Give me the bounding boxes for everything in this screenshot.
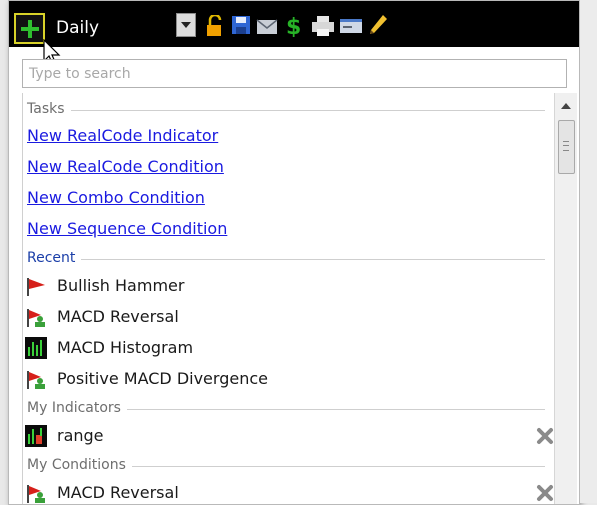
search-input[interactable]: Type to search (22, 59, 567, 88)
dollar-icon[interactable]: $ (285, 13, 303, 37)
section-my-conditions: My Conditions (27, 457, 545, 477)
list-item-label: Bullish Hammer (57, 276, 185, 295)
list-item[interactable]: Positive MACD Divergence (25, 366, 555, 392)
scrollbar-thumb[interactable] (558, 120, 575, 174)
flag-person-icon (27, 309, 45, 327)
list-item[interactable]: MACD Reversal (25, 480, 555, 504)
card-icon[interactable] (339, 18, 363, 34)
pencil-icon[interactable] (367, 13, 389, 37)
list-item[interactable]: MACD Reversal (25, 304, 555, 330)
delete-icon[interactable] (535, 426, 555, 446)
period-dropdown-button[interactable] (176, 13, 196, 37)
scroll-up-icon[interactable] (561, 103, 571, 109)
list-item[interactable]: MACD Histogram (25, 335, 555, 361)
svg-text:$: $ (286, 15, 301, 37)
task-new-combo-condition[interactable]: New Combo Condition (27, 188, 205, 207)
vertical-scrollbar[interactable] (554, 93, 577, 504)
toolbar: Daily $ (9, 1, 579, 47)
list-item-label: MACD Histogram (57, 338, 194, 357)
add-button[interactable] (14, 13, 45, 44)
list-item[interactable]: range (25, 423, 555, 449)
indicator-chart-icon (25, 425, 47, 447)
window-edge (580, 0, 597, 503)
print-icon[interactable] (311, 15, 335, 37)
section-title: My Conditions (27, 457, 132, 473)
save-icon[interactable] (231, 15, 251, 35)
section-title: Tasks (27, 101, 71, 117)
delete-icon[interactable] (535, 483, 555, 503)
dropdown-arrow-icon (181, 22, 191, 28)
unlock-icon[interactable] (205, 15, 225, 37)
section-title: My Indicators (27, 400, 127, 416)
section-recent: Recent (27, 250, 545, 270)
task-new-realcode-condition[interactable]: New RealCode Condition (27, 157, 224, 176)
list-item-label: Positive MACD Divergence (57, 369, 268, 388)
flag-person-icon (27, 485, 45, 503)
task-new-sequence-condition[interactable]: New Sequence Condition (27, 219, 227, 238)
red-flag-icon (27, 278, 45, 296)
section-tasks: Tasks (27, 101, 545, 121)
grip-icon (563, 141, 569, 151)
period-selector-value[interactable]: Daily (56, 18, 99, 38)
section-my-indicators: My Indicators (27, 400, 545, 420)
library-panel: Daily $ Type to search Tasks New RealCod… (8, 0, 580, 505)
task-new-realcode-indicator[interactable]: New RealCode Indicator (27, 126, 218, 145)
list-item-label: range (57, 426, 104, 445)
search-placeholder: Type to search (29, 66, 131, 82)
list-item[interactable]: Bullish Hammer (25, 273, 555, 299)
list-item-label: MACD Reversal (57, 483, 179, 502)
flag-person-icon (27, 371, 45, 389)
add-icon (21, 20, 39, 38)
histogram-icon (25, 337, 47, 359)
email-icon[interactable] (256, 19, 278, 35)
library-list: Tasks New RealCode Indicator New RealCod… (22, 93, 554, 504)
section-title: Recent (27, 250, 82, 266)
list-item-label: MACD Reversal (57, 307, 179, 326)
